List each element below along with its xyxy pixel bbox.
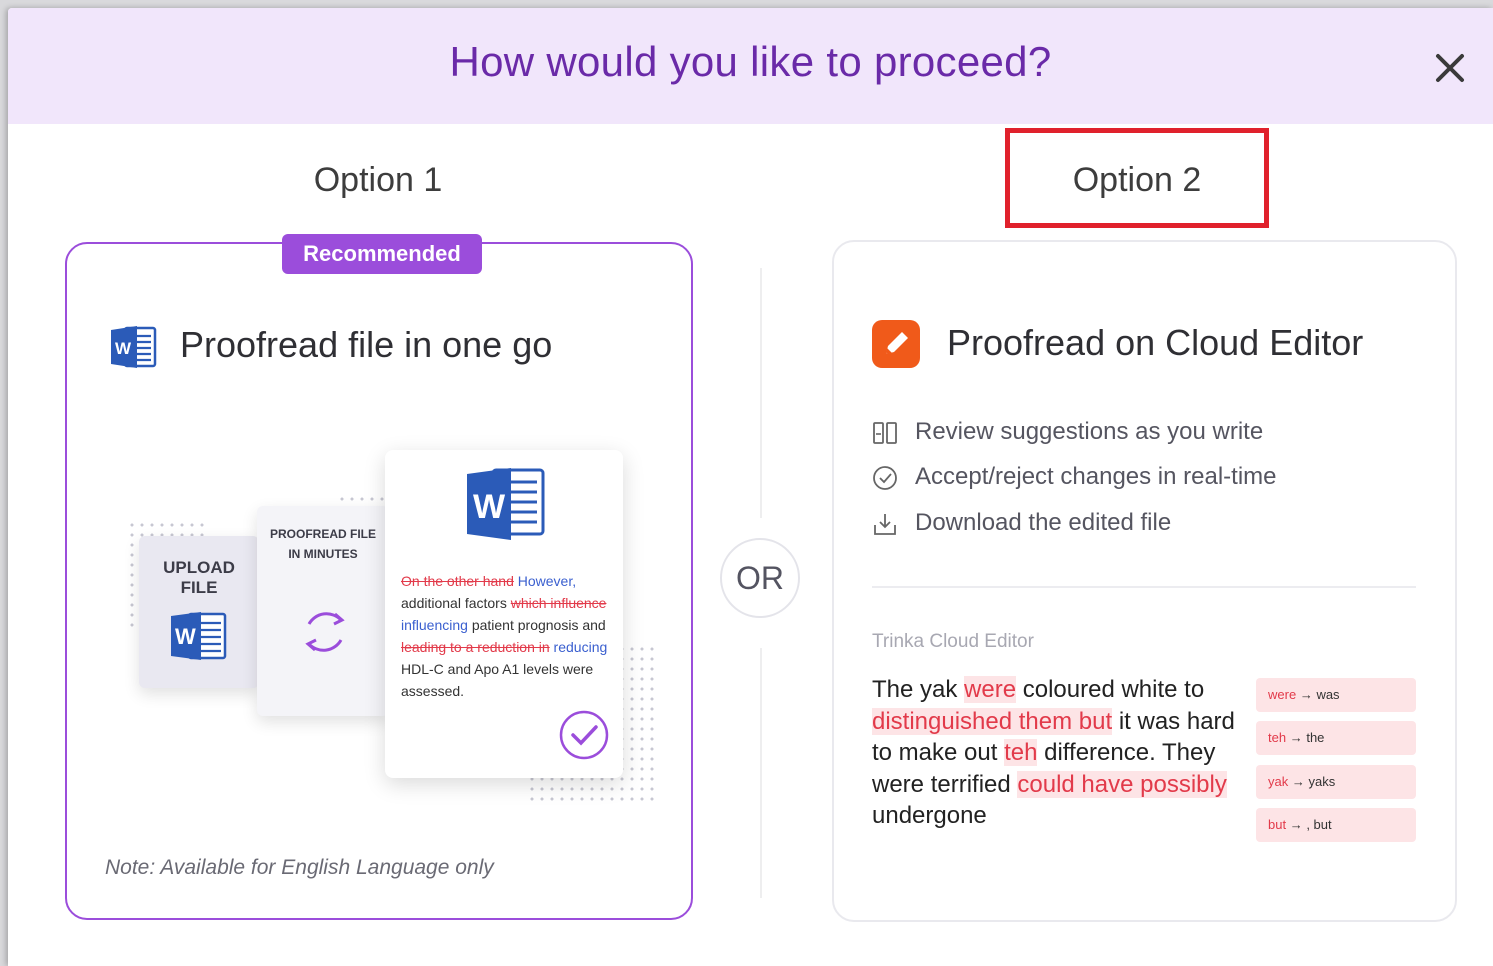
option-1-label: Option 1 [313,161,443,199]
review-icon [873,422,897,444]
editor-text: coloured white to [1016,676,1205,703]
suggestion-from: yak [1268,774,1289,789]
upload-file-panel: UPLOAD FILE W [139,536,259,688]
doc-text: HDL-C and Apo A1 levels were assessed. [401,661,594,699]
suggestion-chip: were → was [1256,678,1416,712]
suggestion-from: but [1268,817,1287,832]
feature-text: Download the edited file [915,509,1172,536]
suggestion-from: were [1268,687,1297,702]
proceed-modal: How would you like to proceed? Option 1 … [8,8,1493,966]
error-highlight: teh [1004,739,1038,766]
doc-text: patient prognosis and [467,617,606,633]
suggestion-to: was [1316,687,1340,702]
refresh-icon [305,612,345,652]
editor-text: The yak [872,676,965,703]
editor-sample-text: The yak were coloured white to distingui… [872,674,1242,832]
modal-title: How would you like to proceed? [449,38,1052,85]
arrow-icon: → [1299,687,1313,702]
deleted-text: On the other hand [401,573,514,589]
separator [872,586,1416,588]
check-circle-icon [873,466,897,490]
option-2-label: Option 2 [1072,161,1202,199]
svg-text:W: W [175,624,196,649]
deleted-text: leading to a reduction in [401,639,550,655]
proofread-label-line1: PROOFREAD FILE [269,527,376,541]
proofread-illustration: UPLOAD FILE W PROOFREAD FILE IN MINUTES [117,444,657,824]
editor-label: Trinka Cloud Editor [872,631,1034,652]
inserted-text: However, [513,573,577,589]
upload-label-line1: UPLOAD [163,558,235,577]
word-icon: W [467,468,545,540]
suggestion-to: yaks [1308,774,1336,789]
svg-text:W: W [473,488,506,526]
error-highlight: could have possibly [1017,770,1227,798]
deleted-text: which influence [510,595,607,611]
feature-text: Review suggestions as you write [915,418,1264,445]
word-icon: W [111,326,157,368]
suggestion-chip: but → , but [1256,808,1416,842]
arrow-icon: → [1289,817,1303,832]
error-highlight: were [964,676,1017,703]
download-icon [874,514,896,535]
svg-text:W: W [115,339,132,358]
suggestion-chip: yak → yaks [1256,765,1416,799]
divider-line [760,268,762,518]
arrow-icon: → [1291,774,1305,789]
pencil-edit-icon [872,320,920,368]
proofread-minutes-panel: PROOFREAD FILE IN MINUTES [257,506,389,716]
option-1-card[interactable]: Recommended W Proofread file in one go U… [65,234,693,920]
feature-text: Accept/reject changes in real-time [915,463,1277,490]
suggestion-to: , but [1306,817,1332,832]
close-icon [1436,54,1464,82]
editor-text: undergone [872,802,987,829]
card-1-title: Proofread file in one go [180,324,553,365]
inserted-text: influencing [401,617,468,633]
modal-header: How would you like to proceed? [8,8,1493,124]
or-divider: OR [720,538,800,618]
suggestion-to: the [1306,730,1325,745]
tracked-changes-paragraph: On the other hand However, additional fa… [401,570,616,702]
close-button[interactable] [1430,48,1470,88]
corrected-document-panel: W On the other hand However, additional … [385,450,623,778]
suggestion-from: teh [1268,730,1287,745]
check-circle-icon [559,710,609,760]
suggestion-chip: teh → the [1256,721,1416,755]
upload-label-line2: FILE [180,578,218,597]
doc-text: additional factors [401,595,511,611]
option-2-card[interactable]: Proofread on Cloud Editor Review suggest… [832,240,1457,922]
divider-line [760,648,762,898]
error-highlight: distinguished them but [872,707,1113,735]
proofread-label-line2: IN MINUTES [288,547,358,561]
inserted-text: reducing [549,639,608,655]
arrow-icon: → [1289,730,1303,745]
language-note: Note: Available for English Language onl… [105,856,494,879]
word-icon: W [171,612,227,660]
card-2-title: Proofread on Cloud Editor [947,322,1364,363]
recommended-badge: Recommended [282,234,482,274]
